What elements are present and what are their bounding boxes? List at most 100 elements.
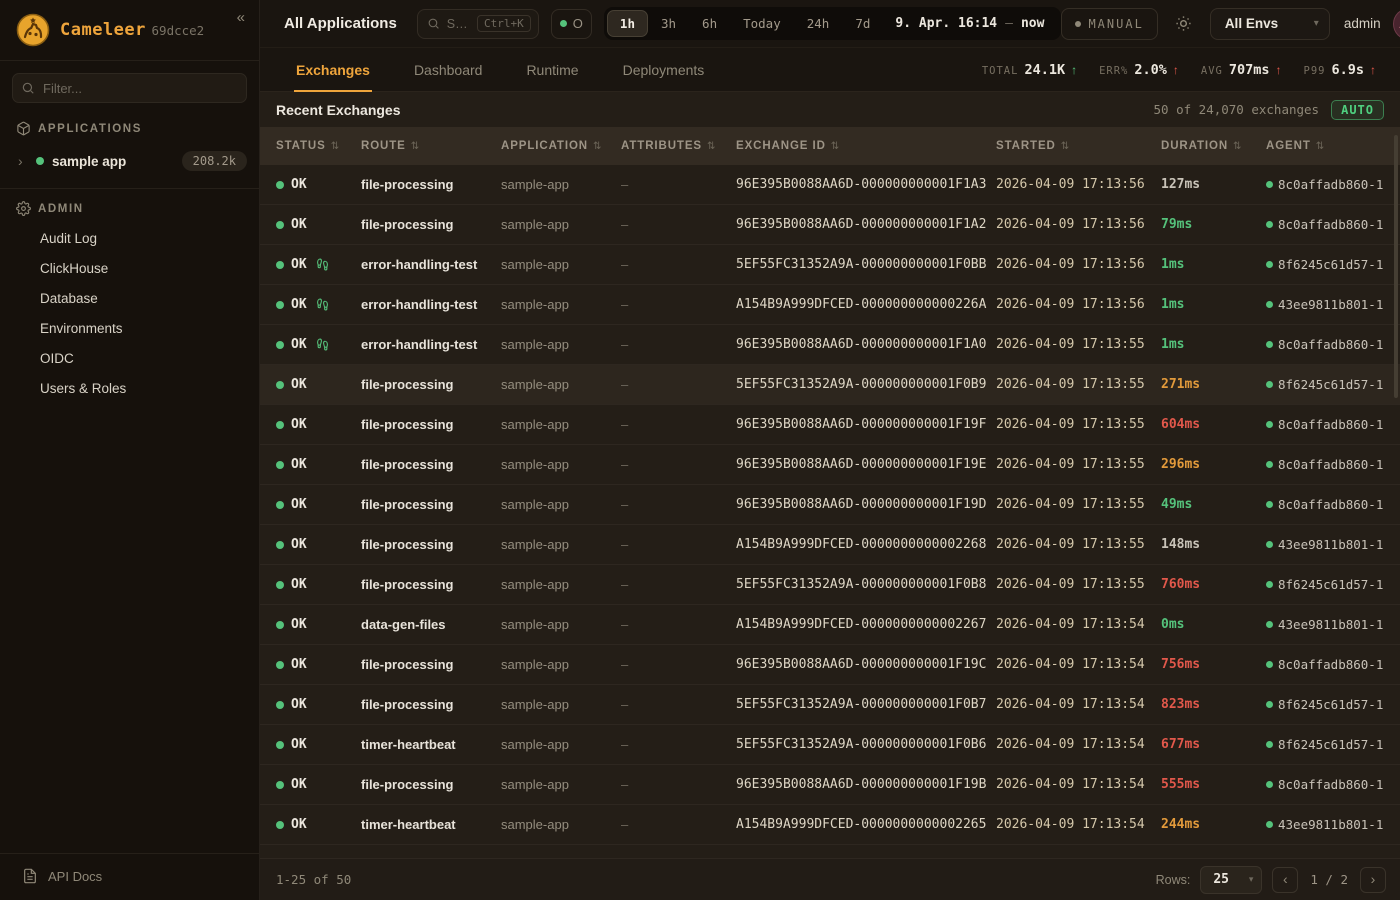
next-page-button[interactable]: › [1360,867,1386,893]
exchange-row[interactable]: OK file-processing sample-app – 96E395B0… [260,445,1400,485]
status-ok-dot [276,301,284,309]
column-header[interactable]: APPLICATION ⇅ [501,140,621,152]
sidebar-collapse-button[interactable]: « [237,10,245,25]
theme-toggle-button[interactable] [1170,10,1198,38]
cameleer-logo-icon [16,13,50,47]
attributes-cell: – [621,257,736,272]
admin-nav-item[interactable]: OIDC [0,344,259,374]
env-select[interactable]: All Envs ▾ [1210,8,1330,40]
column-header[interactable]: ATTRIBUTES ⇅ [621,140,736,152]
admin-nav-item[interactable]: Environments [0,314,259,344]
filter-input[interactable] [12,73,247,103]
column-header[interactable]: EXCHANGE ID ⇅ [736,140,996,152]
app-window: Cameleer 69dcce2 « APPLICATIONS › sample… [0,0,1400,900]
exchange-row[interactable]: OK file-processing sample-app – 96E395B0… [260,205,1400,245]
auto-refresh-badge[interactable]: AUTO [1331,100,1384,120]
column-header[interactable]: STATUS ⇅ [276,140,361,152]
admin-nav-item[interactable]: Database [0,284,259,314]
exchange-row[interactable]: OK file-processing sample-app – 96E395B0… [260,645,1400,685]
exchange-row[interactable]: OK file-processing sample-app – A154B9A9… [260,525,1400,565]
duration-cell: 271ms [1161,377,1266,392]
time-range-pill[interactable]: 3h [648,10,689,37]
time-range-pill[interactable]: 6h [689,10,730,37]
admin-nav-item[interactable]: ClickHouse [0,254,259,284]
global-search[interactable]: S… Ctrl+K [417,9,539,39]
scrollbar-thumb[interactable] [1394,135,1398,398]
column-header[interactable]: AGENT ⇅ [1266,140,1384,152]
stat-label: AVG [1201,65,1223,77]
route-cell: timer-heartbeat [361,817,501,832]
agent-status-dot [1266,821,1273,828]
exchange-row[interactable]: OK error-handling-test sample-app – 5EF5… [260,245,1400,285]
application-cell: sample-app [501,257,621,272]
duration-cell: 49ms [1161,497,1266,512]
exchange-row[interactable]: OK timer-heartbeat sample-app – 5EF55FC3… [260,725,1400,765]
started-cell: 2026-04-09 17:13:55 [996,337,1161,352]
online-status-button[interactable]: O [551,9,592,39]
date-range-display[interactable]: 9. Apr. 16:14 – now [883,16,1058,31]
application-cell: sample-app [501,777,621,792]
attributes-cell: – [621,577,736,592]
exchange-row[interactable]: OK file-processing sample-app – 5EF55FC3… [260,565,1400,605]
duration-cell: 244ms [1161,817,1266,832]
column-header[interactable]: ROUTE ⇅ [361,140,501,152]
tab[interactable]: Dashboard [414,62,483,78]
status-cell: OK [276,537,361,552]
time-range-pill[interactable]: 24h [794,10,843,37]
exchange-row[interactable]: OK data-gen-files sample-app – A154B9A99… [260,605,1400,645]
status-cell: OK [276,817,361,832]
applications-section-header: APPLICATIONS [0,109,259,144]
search-placeholder-text: S… [447,17,470,31]
started-cell: 2026-04-09 17:13:54 [996,697,1161,712]
tab[interactable]: Deployments [623,62,705,78]
avatar[interactable]: AD [1393,8,1400,40]
exchange-row[interactable]: OK file-processing sample-app – 96E395B0… [260,765,1400,805]
rows-per-page-select[interactable]: 25 ▾ [1200,866,1262,894]
chevron-right-icon[interactable]: › [18,154,28,168]
exchange-row[interactable]: OK error-handling-test sample-app – A154… [260,285,1400,325]
status-ok-dot [276,541,284,549]
time-range-pill[interactable]: Today [730,10,794,37]
column-label: STATUS [276,140,326,152]
status-cell: OK [276,217,361,232]
exchange-row[interactable]: OK file-processing sample-app – 96E395B0… [260,405,1400,445]
status-text: OK [291,617,307,632]
exchange-row[interactable]: OK error-handling-test sample-app – 96E3… [260,325,1400,365]
exchange-row[interactable]: OK timer-heartbeat sample-app – A154B9A9… [260,805,1400,845]
route-cell: file-processing [361,777,501,792]
exchange-row[interactable]: OK file-processing sample-app – 96E395B0… [260,165,1400,205]
status-ok-dot [276,501,284,509]
column-header[interactable]: STARTED ⇅ [996,140,1161,152]
agent-status-dot [1266,621,1273,628]
footprints-icon [316,298,329,311]
application-cell: sample-app [501,337,621,352]
admin-nav-item[interactable]: Audit Log [0,224,259,254]
api-docs-link[interactable]: API Docs [0,854,259,900]
duration-cell: 823ms [1161,697,1266,712]
manual-refresh-button[interactable]: MANUAL [1061,8,1157,40]
time-range-pill[interactable]: 7d [842,10,883,37]
status-text: OK [291,377,307,392]
application-cell: sample-app [501,377,621,392]
exchange-row[interactable]: OK file-processing sample-app – 5EF55FC3… [260,365,1400,405]
tab[interactable]: Runtime [526,62,578,78]
exchange-id-cell: 5EF55FC31352A9A-000000000001F0B9 [736,377,996,392]
application-cell: sample-app [501,217,621,232]
column-header[interactable]: DURATION ⇅ [1161,140,1266,152]
package-icon [16,121,31,136]
route-cell: file-processing [361,657,501,672]
exchange-row[interactable]: OK file-processing sample-app – 96E395B0… [260,485,1400,525]
sidebar-item-sample-app[interactable]: › sample app 208.2k [0,144,259,178]
agent-id: 43ee9811b801-1 [1278,817,1383,832]
exchange-row[interactable]: OK file-processing sample-app – 5EF55FC3… [260,685,1400,725]
tab[interactable]: Exchanges [296,62,370,78]
username: admin [1344,16,1381,31]
trend-up-icon: ↑ [1370,63,1376,77]
table-body: OK file-processing sample-app – 96E395B0… [260,165,1400,845]
admin-nav-item[interactable]: Users & Roles [0,374,259,404]
time-range-pill[interactable]: 1h [607,10,648,37]
prev-page-button[interactable]: ‹ [1272,867,1298,893]
status-text: OK [291,417,307,432]
status-cell: OK [276,697,361,712]
exchange-id-cell: 96E395B0088AA6D-000000000001F19F [736,417,996,432]
